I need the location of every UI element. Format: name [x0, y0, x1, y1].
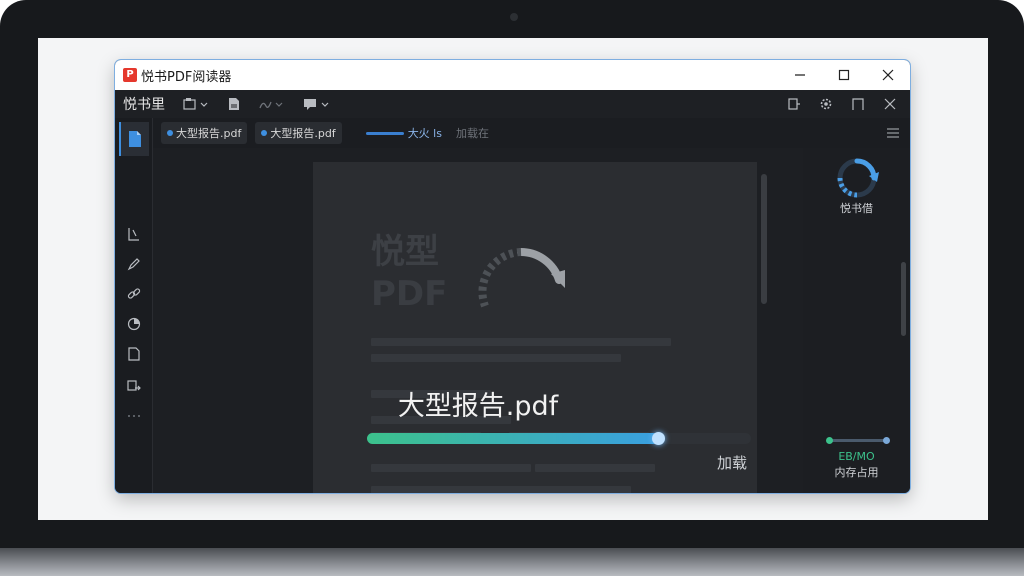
file-icon [129, 131, 141, 147]
loading-file-name: 大型报告.pdf [397, 391, 559, 422]
folder-dropdown-icon [183, 98, 208, 110]
file-panel-button[interactable] [119, 122, 149, 156]
maximize-button[interactable] [822, 60, 866, 90]
sidebar-item-stats[interactable] [115, 312, 153, 336]
tab-label: 大型报告.pdf [176, 127, 242, 140]
laptop-chin [0, 548, 1024, 576]
left-sidebar [115, 118, 153, 493]
sidebar-item-link[interactable] [115, 282, 153, 306]
webcam [510, 13, 518, 21]
maximize-icon [838, 69, 850, 81]
close-button[interactable] [866, 60, 910, 90]
close-icon [882, 69, 894, 81]
document-icon [229, 98, 239, 110]
more-icon [128, 415, 140, 417]
page-icon [128, 347, 140, 361]
pen-icon [127, 258, 140, 271]
link-icon [127, 288, 141, 299]
window-controls [778, 60, 910, 90]
tab-loading-label: 大火 ls [407, 127, 442, 140]
title-bar: P 悦书PDF阅读器 [115, 60, 910, 90]
memory-slider-track [829, 439, 887, 442]
window-title: 悦书PDF阅读器 [141, 69, 232, 85]
memory-value: EB/MO [838, 450, 875, 463]
tab-menu-button[interactable] [886, 124, 900, 143]
memory-slider-handle[interactable] [883, 437, 890, 444]
share-icon [788, 98, 800, 110]
memory-indicator-dot [826, 437, 833, 444]
restore-icon [852, 98, 864, 110]
document-button[interactable] [227, 90, 241, 118]
comment-icon [304, 99, 329, 110]
text-line [371, 486, 631, 493]
close-icon [884, 98, 896, 110]
right-scrollbar[interactable] [901, 262, 906, 336]
page-scrollbar[interactable] [761, 174, 767, 304]
loading-progress-knob [651, 432, 665, 445]
memory-label: 内存占用 [834, 466, 879, 479]
loading-progress-fill [367, 433, 659, 444]
tab-loading-bar [365, 131, 404, 135]
sidebar-item-pages[interactable] [115, 342, 153, 366]
hamburger-icon [887, 128, 899, 138]
app-window: P 悦书PDF阅读器 悦书里 大型报告.pdf 大型报告.pdf 大火 ls 加… [115, 60, 910, 493]
right-panel: 悦书借 EB/MO 内存占用 [803, 148, 910, 493]
page-heading: 悦型 [371, 232, 439, 272]
text-line [371, 464, 531, 472]
sidebar-more[interactable] [115, 404, 153, 428]
toolbar-right-group [778, 90, 906, 118]
loading-status: 加载 [717, 454, 748, 472]
comment-dropdown[interactable] [303, 90, 331, 118]
loading-progress-bar [367, 432, 751, 445]
page-subheading: PDF [371, 274, 448, 314]
sidebar-item-annotate[interactable] [115, 252, 153, 276]
settings-button[interactable] [810, 90, 842, 118]
pie-chart-icon [127, 317, 141, 331]
minimize-button[interactable] [778, 60, 822, 90]
panel-close-button[interactable] [874, 90, 906, 118]
tab-document-2[interactable]: 大型报告.pdf [255, 122, 342, 144]
signature-dropdown[interactable] [259, 90, 285, 118]
tab-document-1[interactable]: 大型报告.pdf [161, 122, 248, 144]
brand-label: 悦书里 [123, 97, 165, 113]
sync-label: 悦书借 [840, 202, 873, 215]
tab-loading-indicator: 大火 ls [365, 125, 442, 141]
sync-spinner-icon [837, 158, 879, 198]
sidebar-item-export[interactable] [115, 374, 153, 398]
sidebar-add[interactable] [115, 491, 153, 493]
document-tabs: 大型报告.pdf 大型报告.pdf 大火 ls 加载在 [153, 118, 910, 148]
tab-status-dot [261, 130, 268, 136]
app-logo-icon: P [123, 68, 137, 82]
document-viewport[interactable]: 悦型 PDF 大型报告.pdf 加载 [153, 148, 803, 493]
open-file-dropdown[interactable] [183, 90, 209, 118]
minimize-icon [795, 74, 805, 76]
text-line [535, 464, 655, 472]
loading-spinner-icon [478, 248, 565, 308]
text-line [371, 354, 621, 362]
gear-icon [820, 98, 832, 110]
outline-icon [128, 228, 139, 241]
panel-restore-button[interactable] [842, 90, 874, 118]
signature-icon [259, 101, 283, 109]
main-toolbar: 悦书里 [115, 90, 910, 118]
tab-status-dot [167, 130, 173, 136]
sidebar-item-outline[interactable] [115, 222, 153, 246]
tab-loading-status: 加载在 [455, 127, 489, 140]
tab-label: 大型报告.pdf [270, 127, 336, 140]
export-icon [127, 380, 141, 391]
share-button[interactable] [778, 90, 810, 118]
